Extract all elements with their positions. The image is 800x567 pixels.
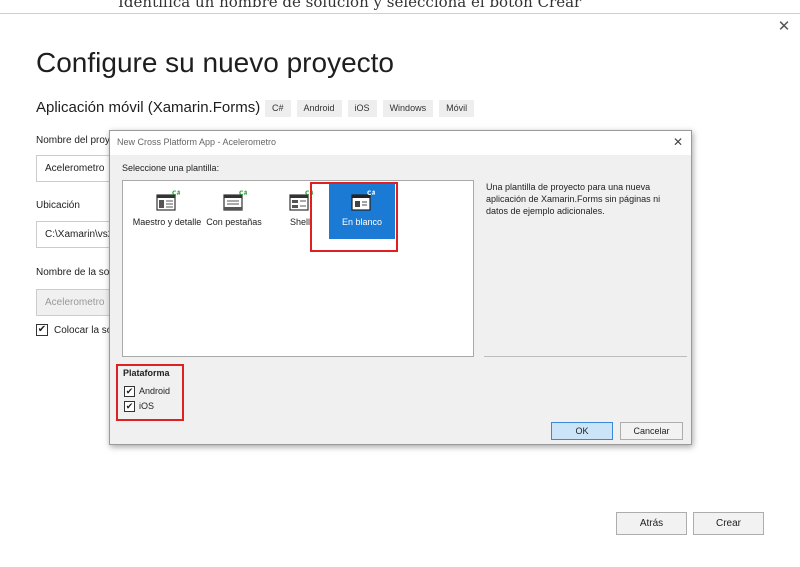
template-label: Con pestañas [206, 217, 262, 227]
template-tabbed[interactable]: C# Con pestañas [198, 181, 270, 251]
template-master-detail[interactable]: C# Maestro y detalle [131, 181, 203, 251]
dialog-title: New Cross Platform App - Acelerometro [117, 137, 277, 147]
tag-mobile: Móvil [439, 100, 475, 117]
svg-text:C#: C# [239, 190, 247, 197]
select-template-label: Seleccione una plantilla: [122, 163, 220, 173]
highlight-blank-template [310, 182, 398, 252]
template-tags: C# Android iOS Windows Móvil [265, 100, 475, 117]
same-directory-checkbox[interactable]: ✔ [36, 324, 48, 336]
tag-ios: iOS [347, 100, 377, 117]
template-list: C# Maestro y detalle C# Con pestañas [122, 180, 474, 357]
svg-text:C#: C# [172, 190, 180, 197]
page-title: Configure su nuevo proyecto [36, 47, 394, 78]
template-label: Maestro y detalle [132, 217, 202, 227]
template-description: Una plantilla de proyecto para una nueva… [486, 182, 661, 216]
tag-csharp: C# [265, 100, 291, 117]
window-top-border [0, 13, 800, 14]
template-name: Aplicación móvil (Xamarin.Forms) [36, 99, 261, 116]
tag-windows: Windows [382, 100, 434, 117]
back-button[interactable]: Atrás [616, 512, 687, 535]
window-caption: Identifica un nombre de solución y selec… [118, 0, 582, 11]
tag-android: Android [296, 100, 342, 117]
create-button[interactable]: Crear [693, 512, 764, 535]
new-cross-platform-app-dialog: New Cross Platform App - Acelerometro ✕ … [109, 130, 692, 445]
tabbed-template-icon: C# [221, 189, 248, 213]
close-window-icon[interactable]: ✕ [774, 17, 794, 37]
ok-button[interactable]: OK [551, 422, 613, 440]
location-label: Ubicación [36, 200, 80, 211]
cancel-button[interactable]: Cancelar [620, 422, 683, 440]
master-detail-template-icon: C# [154, 189, 181, 213]
description-divider [484, 356, 687, 357]
dialog-close-icon[interactable]: ✕ [670, 134, 686, 150]
dialog-titlebar: New Cross Platform App - Acelerometro ✕ [110, 131, 691, 155]
highlight-platform [116, 364, 184, 421]
